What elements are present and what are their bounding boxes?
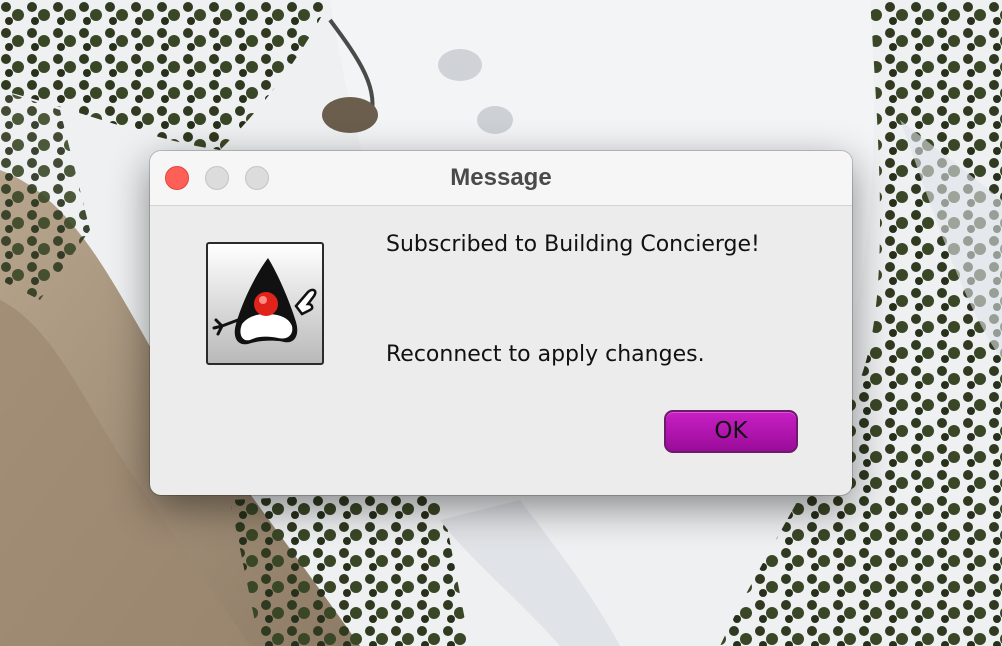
message-dialog: Message Subscribed to Building Concierge… [150, 151, 852, 495]
zoom-button[interactable] [245, 166, 269, 190]
minimize-button[interactable] [205, 166, 229, 190]
java-duke-icon [206, 242, 324, 365]
message-line-2: Reconnect to apply changes. [386, 342, 705, 367]
message-line-1: Subscribed to Building Concierge! [386, 232, 760, 257]
ok-button[interactable]: OK [664, 410, 798, 453]
close-button[interactable] [165, 166, 189, 190]
title-bar[interactable]: Message [150, 151, 852, 206]
